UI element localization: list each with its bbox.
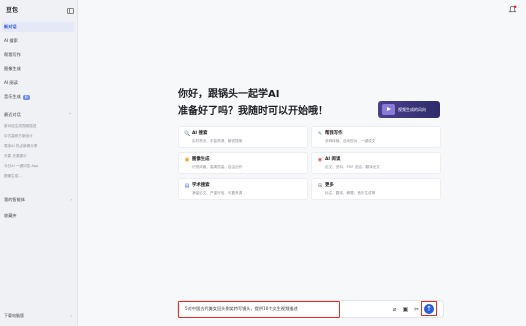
history-item[interactable]: 今日AI 一键问答 App: [4, 162, 74, 170]
my-agents-label: 我的智能体: [4, 197, 25, 202]
history-item[interactable]: 新对话生成视频描述: [4, 122, 74, 130]
recent-conversations-header[interactable]: 最近对话 ⌃: [4, 110, 74, 119]
feature-card-image-gen[interactable]: ▣ 图像生成 识别风格、高清质量、自由创作: [178, 152, 308, 174]
history-item[interactable]: 图像生成...: [4, 172, 74, 180]
send-button[interactable]: ↑: [424, 303, 434, 314]
book-icon: ▤: [184, 183, 190, 189]
attachment-icon[interactable]: ⌀: [391, 306, 398, 313]
history-item[interactable]: 中式装修方案设计: [4, 132, 74, 140]
card-description: 多种体裁、自动校对、一键成文: [325, 139, 376, 143]
card-description: 标注、翻译、解题、音乐生成等: [325, 191, 376, 195]
sidebar-item-ai-search[interactable]: AI 搜索: [2, 36, 74, 46]
image-upload-icon[interactable]: ▣: [402, 306, 409, 313]
sidebar-header: 豆包: [6, 6, 74, 18]
notification-icon[interactable]: [508, 5, 517, 14]
sidebar-item-music[interactable]: 音乐生成新: [2, 92, 74, 102]
card-title: 学术搜索: [192, 183, 210, 188]
card-description: 识别风格、高清质量、自由创作: [192, 165, 243, 169]
new-badge: 新: [22, 94, 30, 100]
recent-label: 最近对话: [4, 112, 21, 117]
my-agents-header[interactable]: 我的智能体 ›: [4, 195, 74, 204]
card-title: AI 阅读: [325, 157, 341, 162]
sidebar-item-ai-reading[interactable]: AI 阅读: [2, 78, 74, 88]
sidebar-item-new-chat[interactable]: 新对话: [2, 22, 74, 32]
send-button-highlight: ↑: [421, 301, 437, 316]
more-icon: ⊞: [317, 183, 323, 189]
image-icon: ▣: [184, 157, 190, 163]
hero-greeting: 你好，跟锅头一起学AI: [178, 89, 280, 100]
sidebar-item-writing[interactable]: 帮我写作: [2, 50, 74, 60]
favorites-header[interactable]: 收藏夹: [4, 211, 74, 220]
app-title: 豆包: [6, 7, 19, 14]
search-icon: 🔍: [184, 131, 191, 137]
chevron-right-icon: ›: [70, 197, 72, 202]
sidebar-item-label: 音乐生成: [4, 94, 21, 99]
favorites-label: 收藏夹: [4, 213, 17, 218]
download-desktop-link[interactable]: 下载电脑版 ›: [4, 312, 74, 320]
feature-card-ai-reading[interactable]: ◉ AI 阅读 论文、资料、PDF 总结、翻译全文: [311, 152, 441, 174]
history-item[interactable]: 周末AI 热点新闻分享: [4, 142, 74, 150]
card-title: 图像生成: [192, 157, 210, 162]
sidebar-toggle-icon[interactable]: [67, 8, 74, 14]
promo-banner[interactable]: 视频生成的风向: [378, 101, 440, 118]
promo-label: 视频生成的风向: [398, 107, 426, 112]
card-description: 实时资讯、丰富资源、解说搜索: [192, 139, 243, 143]
shortcut-bar: ✎帮我写作 ▣图像生成 ⌕AI 搜索 ◉AI 阅读 ▤学术搜索 ✓解题答疑 ♪音…: [179, 289, 397, 305]
card-title: AI 搜索: [192, 131, 208, 136]
card-description: 海量论文、严谨可信、可靠来源: [192, 191, 243, 195]
chevron-right-icon: ›: [70, 313, 72, 318]
chevron-up-icon: ⌃: [68, 112, 72, 117]
chat-input[interactable]: 5对中国古代美女回头侧笑特写镜头，提供10个文生视频描述: [178, 301, 340, 318]
hero-subtitle: 准备好了吗？我随时可以开始哦！: [178, 106, 328, 117]
feature-card-writing[interactable]: ✎ 帮我写作 多种体裁、自动校对、一键成文: [311, 126, 441, 148]
download-label: 下载电脑版: [4, 313, 24, 318]
chat-input-box: 5对中国古代美女回头侧笑特写镜头，提供10个文生视频描述 ⌀ ▣ ✂ ⚲: [177, 300, 444, 318]
card-title: 帮我写作: [325, 131, 343, 136]
card-title: 更多: [325, 183, 334, 188]
main-area: 你好，跟锅头一起学AI 准备好了吗？我随时可以开始哦！ 视频生成的风向 🔍 AI…: [79, 0, 526, 326]
history-item[interactable]: 天氣 天源提示: [4, 152, 74, 160]
video-thumbnail-icon: [382, 104, 395, 115]
reading-icon: ◉: [317, 157, 323, 163]
sidebar-item-image-gen[interactable]: 图像生成: [2, 64, 74, 74]
pen-icon: ✎: [317, 131, 323, 137]
scissors-icon[interactable]: ✂: [413, 306, 420, 313]
feature-card-more[interactable]: ⊞ 更多 标注、翻译、解题、音乐生成等: [311, 178, 441, 200]
feature-card-academic[interactable]: ▤ 学术搜索 海量论文、严谨可信、可靠来源: [178, 178, 308, 200]
card-description: 论文、资料、PDF 总结、翻译全文: [325, 165, 380, 169]
sidebar: 豆包 新对话 AI 搜索 帮我写作 图像生成 AI 阅读 音乐生成新 最近对话 …: [0, 0, 78, 326]
feature-card-ai-search[interactable]: 🔍 AI 搜索 实时资讯、丰富资源、解说搜索: [178, 126, 308, 148]
